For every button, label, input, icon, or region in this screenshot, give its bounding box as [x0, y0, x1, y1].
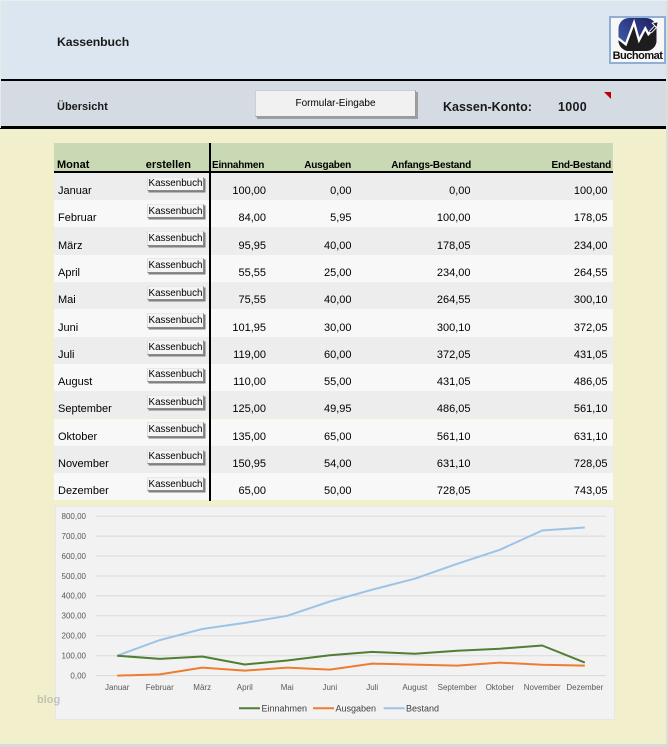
- svg-text:September: September: [438, 683, 477, 692]
- svg-text:August: August: [402, 683, 428, 692]
- svg-text:Bestand: Bestand: [406, 703, 439, 713]
- svg-text:Einnahmen: Einnahmen: [262, 703, 308, 713]
- svg-text:März: März: [193, 683, 211, 692]
- svg-text:November: November: [524, 683, 561, 692]
- svg-text:Januar: Januar: [105, 683, 130, 692]
- svg-text:0,00: 0,00: [70, 671, 86, 680]
- svg-text:Oktober: Oktober: [486, 683, 515, 692]
- svg-text:Mai: Mai: [281, 683, 294, 692]
- svg-text:600,00: 600,00: [62, 552, 87, 561]
- svg-text:Juni: Juni: [322, 683, 337, 692]
- svg-text:800,00: 800,00: [62, 512, 87, 521]
- svg-text:Ausgaben: Ausgaben: [336, 703, 377, 713]
- svg-text:Februar: Februar: [146, 683, 174, 692]
- svg-text:700,00: 700,00: [62, 532, 87, 541]
- svg-text:200,00: 200,00: [62, 632, 87, 641]
- svg-text:500,00: 500,00: [62, 572, 87, 581]
- svg-text:100,00: 100,00: [62, 652, 87, 661]
- svg-text:Juli: Juli: [366, 683, 378, 692]
- svg-text:Dezember: Dezember: [566, 683, 603, 692]
- svg-text:April: April: [237, 683, 253, 692]
- svg-text:300,00: 300,00: [62, 612, 87, 621]
- svg-text:400,00: 400,00: [62, 592, 87, 601]
